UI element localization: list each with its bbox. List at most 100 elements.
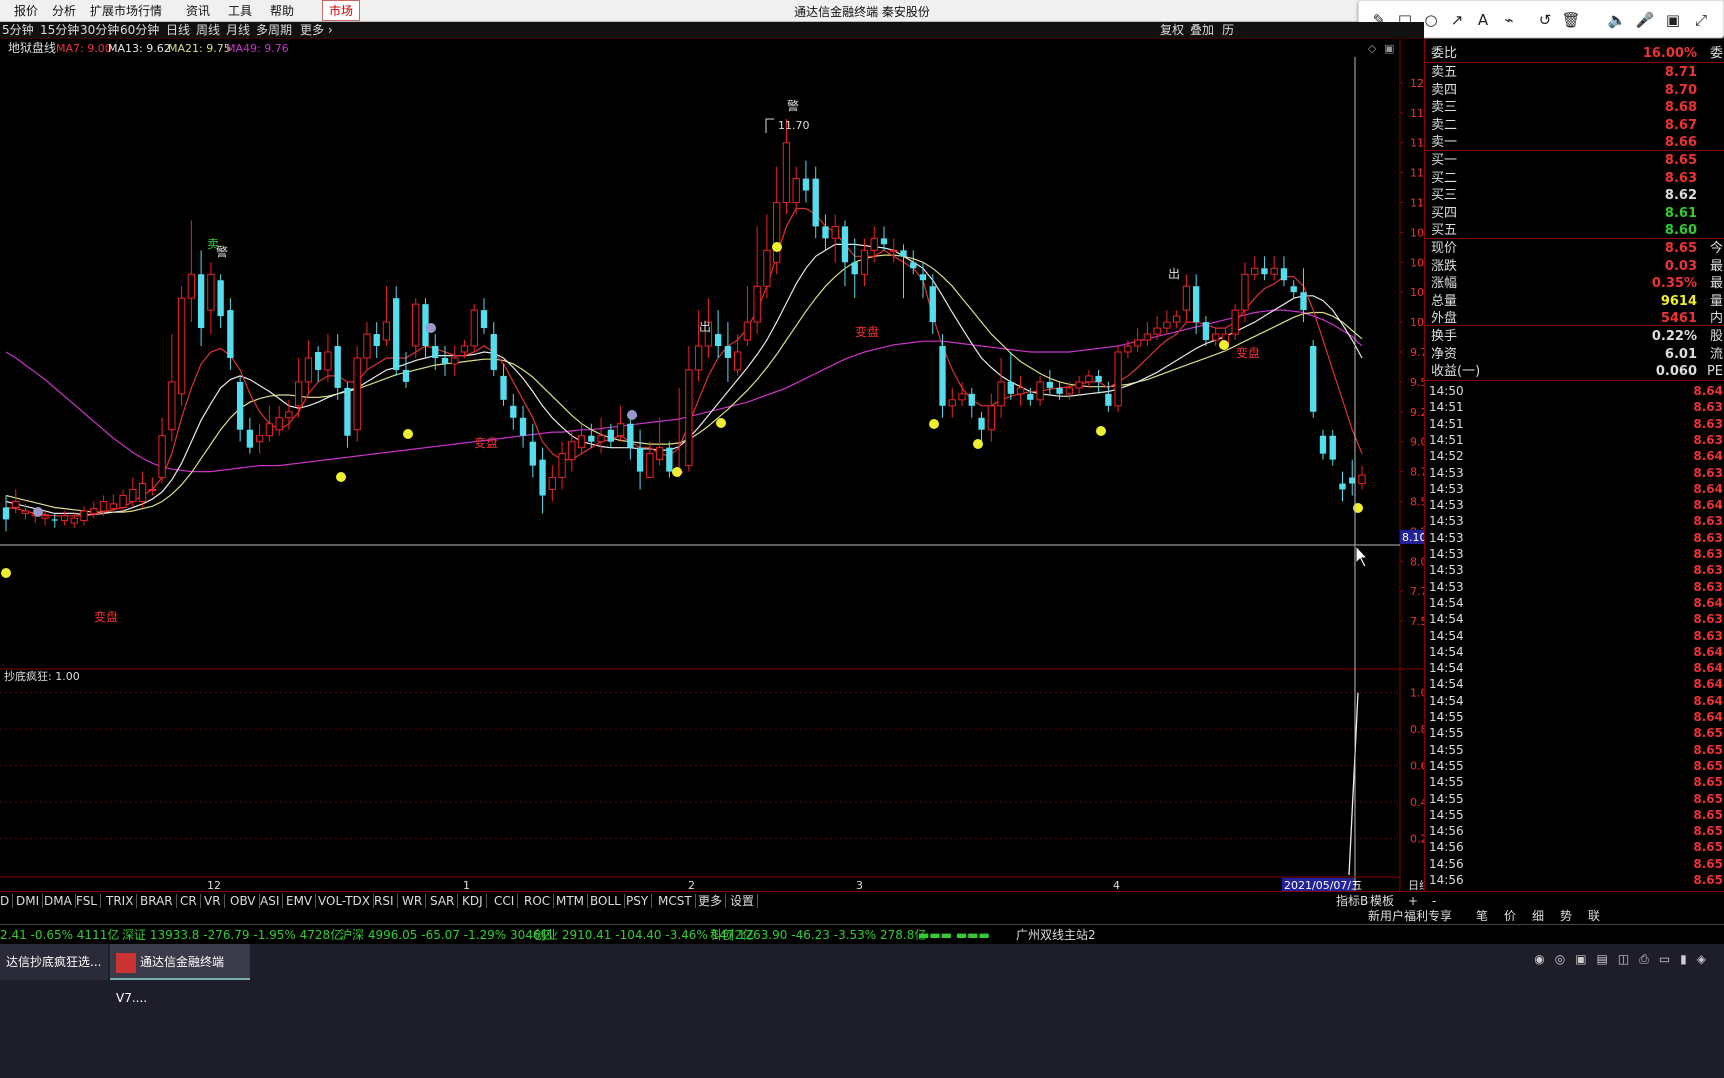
indicator-tab[interactable]: SAR xyxy=(430,894,459,908)
indicator-tab[interactable]: MCST xyxy=(658,894,696,908)
taskbar-app-1[interactable]: 达信抄底疯狂选... xyxy=(0,944,108,980)
stat-row[interactable]: 换手 0.22% 股 xyxy=(1425,328,1724,345)
signal-change-1: 变盘 xyxy=(474,435,498,450)
period-day[interactable]: 日线 xyxy=(166,23,190,38)
period-more[interactable]: 更多 › xyxy=(300,23,333,38)
text-icon[interactable]: A xyxy=(1473,10,1493,30)
indicator-b-tab[interactable]: 指标B xyxy=(1336,894,1368,908)
menu-quote[interactable]: 报价 xyxy=(14,3,38,19)
arrow-icon[interactable]: ↗ xyxy=(1447,10,1467,30)
ask-row[interactable]: 卖五 8.71 xyxy=(1425,64,1724,81)
bid-row[interactable]: 买五 8.60 xyxy=(1425,222,1724,239)
menu-analysis[interactable]: 分析 xyxy=(52,3,76,19)
tab-link[interactable]: 联 xyxy=(1588,908,1600,924)
stat-row[interactable]: 现价 8.65 今 xyxy=(1425,240,1724,257)
candle-body xyxy=(733,351,742,371)
bid-row[interactable]: 买四 8.61 xyxy=(1425,205,1724,222)
indicator-tab[interactable]: DMI xyxy=(16,894,44,908)
indicator-tab[interactable]: ASI xyxy=(260,894,284,908)
bid-row[interactable]: 买二 8.63 xyxy=(1425,170,1724,187)
system-tray-icons[interactable]: ◉◎▣▤◫⎙▭▮◈ xyxy=(1534,952,1716,967)
candle-body xyxy=(1056,387,1063,394)
diamond-icon[interactable]: ◇ xyxy=(1368,42,1377,55)
indicator-tab[interactable]: KDJ xyxy=(462,894,487,908)
ask-row[interactable]: 卖一 8.66 xyxy=(1425,134,1724,151)
history-button[interactable]: 历 xyxy=(1222,23,1234,38)
trash-icon[interactable]: 🗑 xyxy=(1561,10,1581,30)
period-60min[interactable]: 60分钟 xyxy=(120,23,159,38)
indicator-tab[interactable]: TRIX xyxy=(106,894,138,908)
indicator-tab[interactable]: RSI xyxy=(374,894,398,908)
expand-icon[interactable]: ⤢ xyxy=(1691,10,1711,30)
marker-icon[interactable]: ⌁ xyxy=(1499,10,1519,30)
candle-body xyxy=(275,417,283,431)
status-sz[interactable]: 深证 13933.8 -276.79 -1.95% 4728亿 xyxy=(122,926,342,944)
stat-row[interactable]: 总量 9614 量 xyxy=(1425,293,1724,310)
new-user-link[interactable]: 新用户福利专享 xyxy=(1368,908,1452,924)
indicator-tab[interactable]: 设置 xyxy=(730,894,759,908)
indicator-tab[interactable]: DMA xyxy=(44,894,76,908)
ask-row[interactable]: 卖二 8.67 xyxy=(1425,117,1724,134)
period-week[interactable]: 周线 xyxy=(196,23,220,38)
ask-row[interactable]: 卖四 8.70 xyxy=(1425,82,1724,99)
server-name[interactable]: 广州双线主站2 xyxy=(1016,926,1096,944)
indicator-tab[interactable]: 更多 xyxy=(698,894,727,908)
kline-chart[interactable]: 12.0011.7511.5011.2511.0010.7510.5010.25… xyxy=(0,39,1424,891)
indicator-tab[interactable]: VOL-TDX xyxy=(318,894,374,908)
candle xyxy=(1310,340,1317,418)
status-kc[interactable]: 科创 1263.90 -46.23 -3.53% 278.8亿 xyxy=(710,926,926,944)
indicator-tab[interactable]: BOLL xyxy=(590,894,625,908)
indicator-tab[interactable]: CR xyxy=(180,894,201,908)
tick-row: 14:56 8.65 xyxy=(1425,823,1724,839)
stat-row[interactable]: 涨幅 0.35% 最 xyxy=(1425,275,1724,292)
candle-body xyxy=(1172,315,1181,323)
period-15min[interactable]: 15分钟 xyxy=(40,23,79,38)
indicator-tab[interactable]: ROC xyxy=(524,894,555,908)
menu-market[interactable]: 市场 xyxy=(322,0,361,21)
indicator-tab[interactable]: MTM xyxy=(556,894,589,908)
tab-bi[interactable]: 笔 xyxy=(1476,908,1488,924)
overlay-button[interactable]: 叠加 xyxy=(1190,23,1214,38)
period-month[interactable]: 月线 xyxy=(226,23,250,38)
circle-icon[interactable]: ○ xyxy=(1421,10,1441,30)
window-icon[interactable]: ▣ xyxy=(1384,42,1394,55)
menu-extended-market[interactable]: 扩展市场行情 xyxy=(90,3,162,19)
indicator-tab[interactable]: PSY xyxy=(626,894,653,908)
indicator-tab[interactable]: D xyxy=(0,894,14,908)
menu-tools[interactable]: 工具 xyxy=(228,3,252,19)
candle-body xyxy=(480,310,488,329)
status-sh[interactable]: 2.41 -0.65% 4111亿 xyxy=(0,926,119,944)
microphone-icon[interactable]: 🎤 xyxy=(1635,10,1655,30)
stat-row[interactable]: 涨跌 0.03 最 xyxy=(1425,258,1724,275)
zoom-in-button[interactable]: + xyxy=(1408,894,1418,908)
period-5min[interactable]: 5分钟 xyxy=(2,23,34,38)
indicator-tab[interactable]: EMV xyxy=(286,894,317,908)
menu-news[interactable]: 资讯 xyxy=(186,3,210,19)
tab-price[interactable]: 价 xyxy=(1504,908,1516,924)
indicator-tab[interactable]: OBV xyxy=(230,894,260,908)
period-30min[interactable]: 30分钟 xyxy=(80,23,119,38)
candle-body xyxy=(822,226,829,239)
bid-row[interactable]: 买一 8.65 xyxy=(1425,152,1724,169)
indicator-tab[interactable]: WR xyxy=(402,894,427,908)
taskbar-app-2[interactable]: 通达信金融终端V7.... xyxy=(110,944,250,1005)
status-hs[interactable]: 沪深 4996.05 -65.07 -1.29% 3046亿 xyxy=(340,926,553,944)
volume-icon[interactable]: 🔈 xyxy=(1607,10,1627,30)
undo-icon[interactable]: ↺ xyxy=(1535,10,1555,30)
zoom-out-button[interactable]: - xyxy=(1432,894,1436,908)
camera-icon[interactable]: ▣ xyxy=(1663,10,1683,30)
tab-detail[interactable]: 细 xyxy=(1532,908,1544,924)
ask-row[interactable]: 卖三 8.68 xyxy=(1425,99,1724,116)
indicator-tab[interactable]: CCI xyxy=(494,894,519,908)
stat-row[interactable]: 收益(一) 0.060 PE xyxy=(1425,363,1724,380)
tab-trend[interactable]: 势 xyxy=(1560,908,1572,924)
indicator-tab[interactable]: BRAR xyxy=(140,894,177,908)
indicator-tab[interactable]: FSL xyxy=(76,894,101,908)
restore-rights-button[interactable]: 复权 xyxy=(1160,23,1184,38)
template-tab[interactable]: 模板 xyxy=(1370,894,1394,908)
indicator-tab[interactable]: VR xyxy=(204,894,225,908)
bid-row[interactable]: 买三 8.62 xyxy=(1425,187,1724,204)
menu-help[interactable]: 帮助 xyxy=(270,3,294,19)
period-multi[interactable]: 多周期 xyxy=(256,23,292,38)
stat-row[interactable]: 净资 6.01 流 xyxy=(1425,346,1724,363)
